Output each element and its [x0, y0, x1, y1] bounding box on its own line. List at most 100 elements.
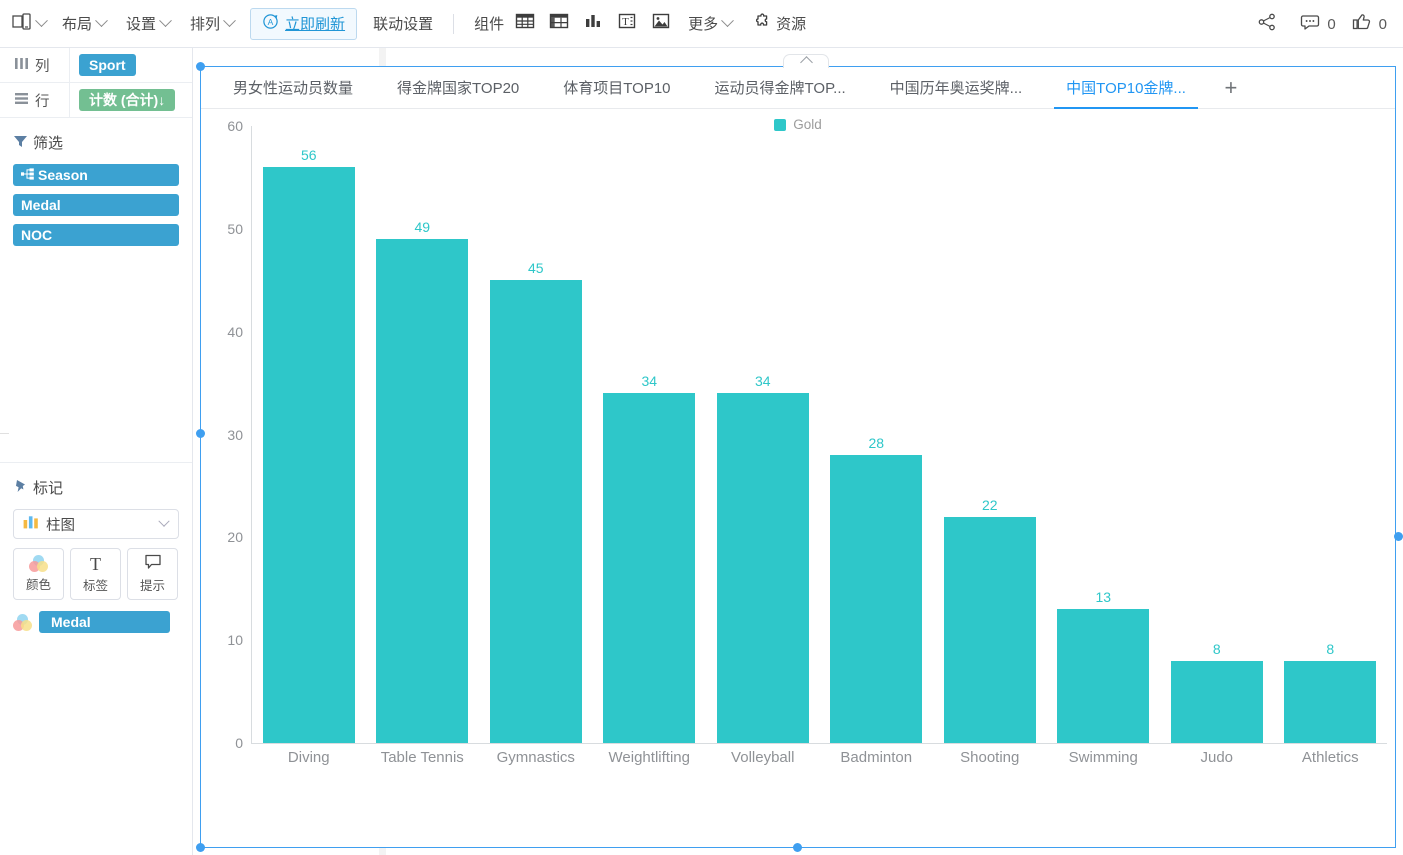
columns-label: 列	[35, 58, 50, 75]
bar-value-label: 8	[1212, 640, 1221, 657]
menu-more[interactable]: 更多	[678, 9, 742, 39]
x-axis-label: Table Tennis	[380, 749, 464, 766]
tab-china-top10-gold[interactable]: 中国TOP10金牌...	[1044, 67, 1208, 109]
bar-series: 56 49 45 34 34 28 22 13 8 8	[252, 126, 1387, 743]
svg-text:T: T	[622, 16, 629, 28]
device-menu[interactable]	[8, 9, 52, 39]
tab-china-medals-history[interactable]: 中国历年奥运奖牌...	[868, 67, 1045, 108]
color-venn-icon	[13, 613, 32, 631]
resize-handle-right[interactable]	[1394, 532, 1403, 541]
columns-shelf-body[interactable]: Sport	[70, 54, 192, 76]
resize-handle-top-left[interactable]	[196, 62, 205, 71]
bar[interactable]	[603, 393, 696, 743]
row-pill-count[interactable]: 计数 (合计)↓	[79, 89, 176, 111]
menu-settings-label: 设置	[126, 16, 157, 33]
chart-container: Gold 60 50 40 30 20 10 0 56 49 45 34 34 28 22 13 8 8 Di…	[201, 109, 1395, 848]
bar-column[interactable]: 13	[1047, 126, 1161, 743]
chevron-down-icon	[158, 515, 170, 527]
tab-gold-countries-top20[interactable]: 得金牌国家TOP20	[375, 67, 541, 108]
y-axis-tick: 0	[235, 735, 243, 751]
tab-athlete-gold-top[interactable]: 运动员得金牌TOP...	[693, 67, 868, 108]
bar-column[interactable]: 56	[252, 126, 366, 743]
bar-chart-icon	[23, 515, 39, 533]
mark-color-label: 颜色	[25, 578, 51, 592]
column-pill-sport[interactable]: Sport	[79, 54, 136, 76]
chevron-down-icon	[95, 14, 108, 28]
x-axis-label: Weightlifting	[608, 749, 690, 766]
y-axis-tick: 50	[227, 220, 243, 237]
bar-column[interactable]: 22	[933, 126, 1047, 743]
columns-icon	[14, 57, 29, 74]
bar-value-label: 28	[868, 435, 885, 452]
device-icon	[12, 12, 32, 35]
add-tab-button[interactable]: +	[1208, 67, 1254, 108]
insert-image-button[interactable]	[644, 9, 678, 39]
tab-athlete-gender-count[interactable]: 男女性运动员数量	[211, 67, 375, 108]
bar[interactable]	[376, 239, 469, 743]
menu-layout[interactable]: 布局	[52, 9, 116, 39]
menu-settings[interactable]: 设置	[116, 9, 180, 39]
filter-pill-medal[interactable]: Medal	[13, 194, 179, 216]
bar[interactable]	[262, 167, 355, 743]
bar-column[interactable]: 49	[366, 126, 480, 743]
resize-handle-middle-left[interactable]	[196, 429, 205, 438]
bar[interactable]	[943, 516, 1036, 743]
rows-label: 行	[35, 93, 50, 110]
tab-sports-top10[interactable]: 体育项目TOP10	[541, 67, 692, 108]
columns-shelf[interactable]: 列 Sport	[0, 48, 192, 83]
insert-text-box-button[interactable]: T	[610, 9, 644, 39]
bar[interactable]	[1057, 609, 1150, 743]
bar-column[interactable]: 34	[706, 126, 820, 743]
bar[interactable]	[1170, 660, 1263, 743]
main-area: 列 Sport 行 计数 (合计)↓ 筛选 Season Medal NOC 标…	[0, 48, 1403, 855]
bar[interactable]	[830, 455, 923, 743]
mark-color-pill-medal[interactable]: Medal	[39, 611, 170, 633]
bar[interactable]	[489, 280, 582, 743]
bar-column[interactable]: 34	[593, 126, 707, 743]
comment-button[interactable]: 0	[1300, 13, 1336, 35]
link-settings-button[interactable]: 联动设置	[363, 9, 443, 39]
refresh-now-button[interactable]: A 立即刷新	[250, 7, 358, 40]
bar[interactable]	[716, 393, 809, 743]
bar-column[interactable]: 8	[1274, 126, 1388, 743]
pin-icon	[13, 479, 28, 497]
resize-handle-bottom-left[interactable]	[196, 843, 205, 852]
bar-value-label: 34	[641, 373, 658, 390]
mark-type-select[interactable]: 柱图	[13, 509, 179, 539]
bar-column[interactable]: 45	[479, 126, 593, 743]
bar-column[interactable]: 8	[1160, 126, 1274, 743]
x-axis-label: Shooting	[960, 749, 1020, 766]
insert-pivot-table-button[interactable]	[542, 9, 576, 39]
filter-pill-season[interactable]: Season	[13, 164, 179, 186]
like-count: 0	[1378, 15, 1387, 33]
mark-tooltip-button[interactable]: 提示	[127, 548, 178, 600]
left-config-panel: 列 Sport 行 计数 (合计)↓ 筛选 Season Medal NOC 标…	[0, 48, 193, 855]
resize-handle-bottom-middle[interactable]	[793, 843, 802, 852]
mark-tooltip-label: 提示	[139, 579, 165, 593]
tooltip-icon	[144, 554, 162, 573]
share-button[interactable]	[1250, 9, 1284, 39]
bar-value-label: 49	[414, 219, 431, 236]
x-axis-label: Badminton	[840, 749, 913, 766]
columns-shelf-label-group: 列	[0, 48, 70, 82]
like-button[interactable]: 0	[1352, 13, 1387, 35]
bar[interactable]	[1284, 660, 1377, 743]
component-label-group: 组件	[464, 9, 508, 39]
resource-button[interactable]: 资源	[742, 9, 816, 39]
chevron-down-icon	[35, 14, 48, 28]
rows-icon	[14, 92, 29, 109]
bar-column[interactable]: 28	[820, 126, 934, 743]
rows-shelf[interactable]: 行 计数 (合计)↓	[0, 83, 192, 118]
collapse-panel-toggle[interactable]	[783, 54, 829, 69]
insert-table-grid-button[interactable]	[508, 9, 542, 39]
refresh-circle-a-icon: A	[262, 13, 279, 34]
chart-sheet-panel[interactable]: 男女性运动员数量 得金牌国家TOP20 体育项目TOP10 运动员得金牌TOP.…	[196, 54, 1396, 852]
insert-bar-chart-button[interactable]	[576, 9, 610, 39]
mark-color-button[interactable]: 颜色	[13, 548, 64, 600]
bar-chart-icon	[583, 12, 603, 35]
rows-shelf-body[interactable]: 计数 (合计)↓	[70, 89, 192, 111]
filter-pill-noc[interactable]: NOC	[13, 224, 179, 246]
text-t-icon: T	[90, 553, 101, 574]
mark-label-button[interactable]: T 标签	[70, 548, 121, 600]
menu-arrange[interactable]: 排列	[180, 9, 244, 39]
